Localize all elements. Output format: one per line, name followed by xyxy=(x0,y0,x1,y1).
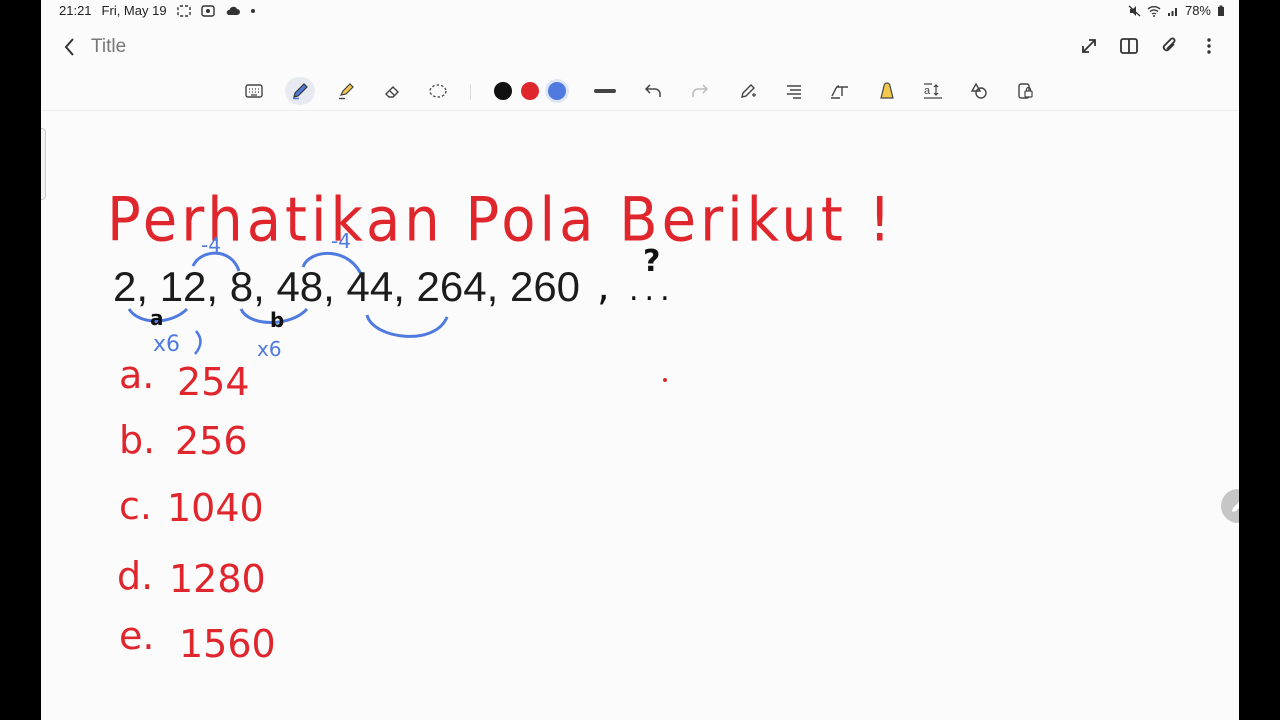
appbar-actions xyxy=(1077,34,1221,58)
expand-icon xyxy=(1082,39,1096,53)
undo-icon xyxy=(644,84,661,97)
wifi-icon xyxy=(1147,5,1161,17)
back-button[interactable] xyxy=(59,34,81,60)
mute-icon xyxy=(1128,5,1141,16)
handwriting-text-icon xyxy=(831,85,848,99)
straighten-icon xyxy=(787,85,801,99)
status-left: 21:21 Fri, May 19 xyxy=(59,3,255,18)
handwriting-text-tool[interactable] xyxy=(825,77,855,105)
shape-fill-icon xyxy=(880,82,894,99)
notification-dot xyxy=(250,8,255,13)
eraser-icon xyxy=(385,86,399,98)
lasso-tool[interactable] xyxy=(423,77,453,105)
drawing-toolbar: a xyxy=(41,72,1239,111)
eraser-tool[interactable] xyxy=(377,77,407,105)
label-minus-2: -4 xyxy=(331,229,351,253)
page-view-button[interactable] xyxy=(1117,34,1141,58)
pen-settings-tool[interactable] xyxy=(733,77,763,105)
heading-ink: Perhatikan Pola Berikut ! -4 -4 x6 x6 a … xyxy=(107,185,895,666)
options-list: a. 254 b. 256 c. 1040 d. 1280 e. 1560 xyxy=(117,353,276,666)
option-b-letter: b. xyxy=(119,418,155,462)
option-c-value: 1040 xyxy=(167,486,264,530)
text-tool[interactable]: a xyxy=(918,77,948,105)
cloud-icon xyxy=(226,6,240,15)
option-d-letter: d. xyxy=(117,554,153,598)
stroke-width-icon xyxy=(594,89,616,93)
more-vert-icon xyxy=(1207,38,1211,54)
label-times-1: x6 xyxy=(153,332,180,357)
option-e-letter: e. xyxy=(119,614,154,658)
label-times-2: x6 xyxy=(257,337,282,361)
svg-text:a: a xyxy=(924,85,931,97)
highlighter-tool[interactable] xyxy=(331,77,361,105)
keyboard-icon xyxy=(245,84,263,98)
option-b-value: 256 xyxy=(175,419,248,463)
shapes-tool[interactable] xyxy=(964,77,994,105)
status-right: 78% xyxy=(1128,3,1225,18)
shapes-icon xyxy=(970,82,987,99)
notes-screen: 21:21 Fri, May 19 78% Title a Perhatikan… xyxy=(41,0,1239,720)
label-minus-1: -4 xyxy=(201,233,221,257)
back-chevron-icon xyxy=(64,38,74,56)
expand-button[interactable] xyxy=(1077,34,1101,58)
sequence-comma: , xyxy=(597,264,610,310)
color-blue-swatch[interactable] xyxy=(548,82,566,100)
note-title[interactable]: Title xyxy=(91,36,126,58)
undo-button[interactable] xyxy=(638,77,668,105)
number-sequence: 2, 12, 8, 48, 44, 264, 260 xyxy=(113,263,581,310)
status-time: 21:21 xyxy=(59,3,92,18)
signal-icon xyxy=(1167,7,1177,16)
screenshot-icon xyxy=(176,4,191,17)
toolbar-divider xyxy=(470,84,471,100)
stroke-width-tool[interactable] xyxy=(590,77,620,105)
option-e-value: 1560 xyxy=(179,622,276,666)
option-a-letter: a. xyxy=(119,353,154,397)
attach-button[interactable] xyxy=(1157,34,1181,58)
bracket-times-1 xyxy=(194,330,202,355)
pen-settings-icon xyxy=(741,84,756,98)
straighten-tool[interactable] xyxy=(779,77,809,105)
battery-percent: 78% xyxy=(1184,3,1211,18)
more-options-button[interactable] xyxy=(1197,34,1221,58)
color-red-swatch[interactable] xyxy=(521,82,539,100)
heading-text: Perhatikan Pola Berikut ! xyxy=(107,185,895,256)
note-canvas[interactable]: Perhatikan Pola Berikut ! -4 -4 x6 x6 a … xyxy=(41,111,1239,720)
status-date: Fri, May 19 xyxy=(101,3,167,18)
highlighter-icon xyxy=(339,83,354,100)
redo-button[interactable] xyxy=(685,77,715,105)
screen-record-icon xyxy=(200,4,215,17)
option-a-value: 254 xyxy=(177,360,250,404)
lasso-icon xyxy=(429,84,447,98)
arc-times-3 xyxy=(365,314,449,338)
option-c-letter: c. xyxy=(119,484,152,528)
app-bar: Title xyxy=(41,22,1239,72)
book-icon xyxy=(1120,38,1138,54)
pencil-icon xyxy=(1232,502,1239,512)
text-icon: a xyxy=(924,83,942,99)
lock-icon xyxy=(1018,83,1033,99)
ellipsis: ... xyxy=(629,273,676,308)
label-b: b xyxy=(270,308,284,332)
shape-fill-tool[interactable] xyxy=(872,77,902,105)
battery-icon xyxy=(1218,5,1224,16)
keyboard-tool[interactable] xyxy=(239,77,269,105)
stray-dot xyxy=(663,378,667,382)
status-bar: 21:21 Fri, May 19 78% xyxy=(41,0,1239,22)
pen-icon xyxy=(293,83,308,100)
color-black-swatch[interactable] xyxy=(494,82,512,100)
pen-tool[interactable] xyxy=(285,77,315,105)
option-d-value: 1280 xyxy=(169,557,266,601)
lock-tool[interactable] xyxy=(1010,77,1040,105)
paperclip-icon xyxy=(1162,37,1176,52)
redo-icon xyxy=(692,84,709,97)
